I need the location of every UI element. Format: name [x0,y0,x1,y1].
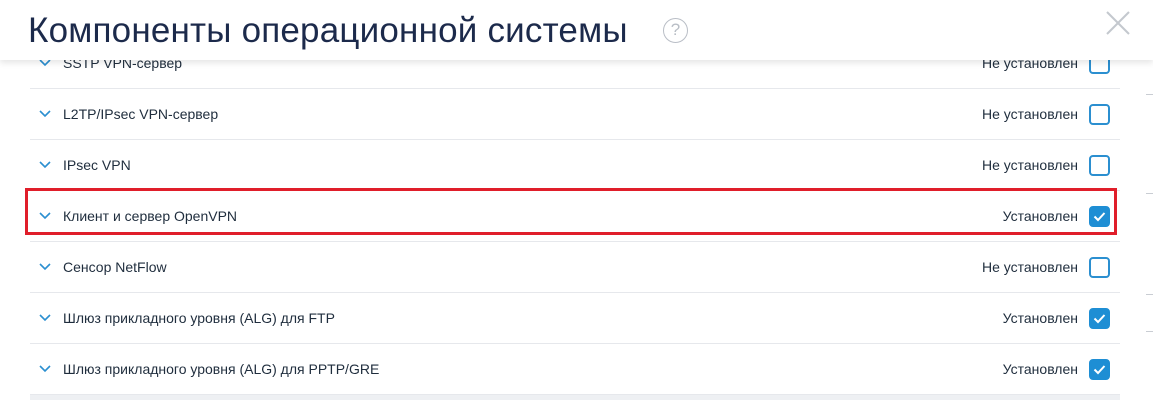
component-checkbox[interactable] [1089,359,1110,380]
component-status: Не установлен [982,106,1078,122]
component-name: L2TP/IPsec VPN-сервер [63,106,219,122]
list-item[interactable]: L2TP/IPsec VPN-сервер Не установлен [30,89,1120,140]
list-item[interactable]: IPsec VPN Не установлен [30,140,1120,191]
component-checkbox[interactable] [1089,257,1110,278]
chevron-down-icon[interactable] [38,108,52,118]
scrollbar-tick [1146,294,1153,295]
chevron-down-icon[interactable] [38,159,52,169]
chevron-down-icon[interactable] [38,261,52,271]
component-checkbox[interactable] [1089,308,1110,329]
component-name: Шлюз прикладного уровня (ALG) для FTP [63,310,335,326]
close-icon[interactable] [1102,7,1134,39]
list-item[interactable]: Сенсор NetFlow Не установлен [30,242,1120,293]
checkmark-icon [1093,365,1106,375]
component-name: IPsec VPN [63,157,131,173]
scrollbar-tick [1146,331,1153,332]
component-status: Не установлен [982,259,1078,275]
help-icon[interactable]: ? [663,18,688,43]
component-status: Не установлен [982,157,1078,173]
component-status: Установлен [1002,208,1078,224]
list-footer [30,395,1120,400]
list-item[interactable]: Клиент и сервер OpenVPN Установлен [30,191,1120,242]
dialog-header: Компоненты операционной системы ? [0,0,1153,60]
checkmark-icon [1093,314,1106,324]
scrollbar-tick [1146,193,1153,194]
component-status: Установлен [1002,310,1078,326]
component-checkbox[interactable] [1089,206,1110,227]
components-list: SSTP VPN-сервер Не установлен L2TP/IPsec… [30,38,1120,395]
checkmark-icon [1093,212,1106,222]
list-item[interactable]: Шлюз прикладного уровня (ALG) для PPTP/G… [30,344,1120,395]
component-name: Шлюз прикладного уровня (ALG) для PPTP/G… [63,361,380,377]
list-item[interactable]: Шлюз прикладного уровня (ALG) для FTP Ус… [30,293,1120,344]
page-title: Компоненты операционной системы [28,11,628,50]
scrollbar-tick [1146,94,1153,95]
chevron-down-icon[interactable] [38,210,52,220]
component-name: Сенсор NetFlow [63,259,167,275]
chevron-down-icon[interactable] [38,363,52,373]
component-status: Установлен [1002,361,1078,377]
component-checkbox[interactable] [1089,104,1110,125]
chevron-down-icon[interactable] [38,312,52,322]
component-checkbox[interactable] [1089,155,1110,176]
component-name: Клиент и сервер OpenVPN [63,208,238,224]
